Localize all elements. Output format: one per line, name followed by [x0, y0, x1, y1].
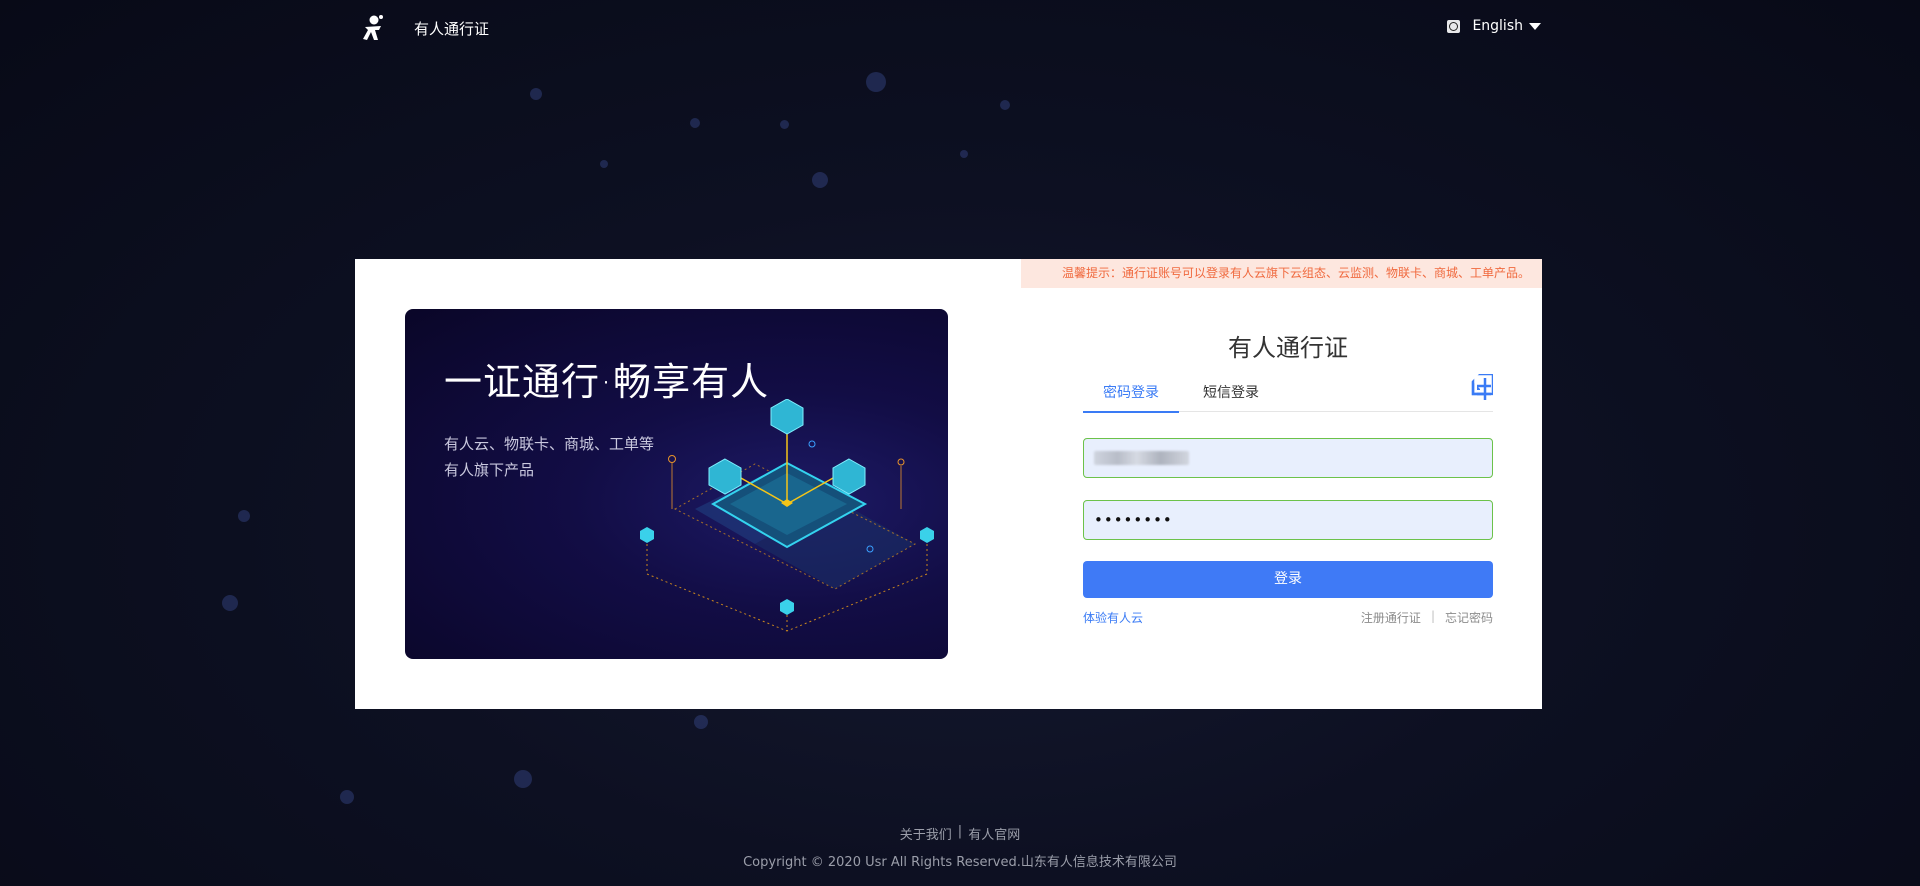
password-field[interactable]: ••••••••	[1083, 500, 1493, 540]
footer-separator: |	[957, 824, 963, 839]
promo-description: 有人云、物联卡、商城、工单等有人旗下产品	[444, 435, 655, 479]
about-us-link[interactable]: 关于我们	[900, 824, 952, 843]
password-value: ••••••••	[1094, 511, 1173, 529]
forgot-password-link[interactable]: 忘记密码	[1445, 609, 1493, 626]
login-form: 有人通行证 密码登录 短信登录 •••••••• 登录 体验有人云 注册通行证 …	[1083, 259, 1493, 709]
page-footer: 关于我们 | 有人官网 Copyright © 2020 Usr All Rig…	[0, 824, 1920, 870]
language-switcher[interactable]: English	[1447, 18, 1541, 34]
link-separator: |	[1430, 609, 1435, 623]
brand-title: 有人通行证	[414, 20, 490, 38]
qr-code-icon[interactable]	[1465, 374, 1493, 402]
top-header: 有人通行证 English	[355, 0, 1541, 56]
footer-links: 关于我们 | 有人官网	[0, 824, 1920, 843]
username-value-redacted	[1094, 451, 1189, 465]
account-links: 注册通行证 | 忘记密码	[1361, 609, 1493, 626]
login-card: 温馨提示：通行证账号可以登录有人云旗下云组态、云监测、物联卡、商城、工单产品。 …	[355, 259, 1542, 709]
promo-panel: 一证通行·畅享有人 有人云、物联卡、商城、工单等有人旗下产品	[405, 309, 948, 659]
register-link[interactable]: 注册通行证	[1361, 609, 1421, 626]
tab-sms-login[interactable]: 短信登录	[1183, 381, 1279, 411]
login-links: 体验有人云 注册通行证 | 忘记密码	[1083, 609, 1493, 627]
logo-icon[interactable]	[359, 13, 389, 43]
tab-password-login[interactable]: 密码登录	[1083, 381, 1179, 413]
trial-link[interactable]: 体验有人云	[1083, 609, 1143, 626]
caret-down-icon	[1529, 22, 1541, 30]
copyright-text: Copyright © 2020 Usr All Rights Reserved…	[743, 855, 1177, 870]
language-label: English	[1472, 18, 1523, 34]
official-site-link[interactable]: 有人官网	[968, 824, 1020, 843]
promo-heading: 一证通行·畅享有人	[444, 360, 770, 404]
globe-icon	[1447, 19, 1461, 33]
login-title: 有人通行证	[1228, 334, 1348, 362]
login-tabs: 密码登录 短信登录	[1083, 381, 1493, 413]
isometric-network-illustration	[640, 399, 934, 632]
login-button[interactable]: 登录	[1083, 561, 1493, 598]
username-field[interactable]	[1083, 438, 1493, 478]
